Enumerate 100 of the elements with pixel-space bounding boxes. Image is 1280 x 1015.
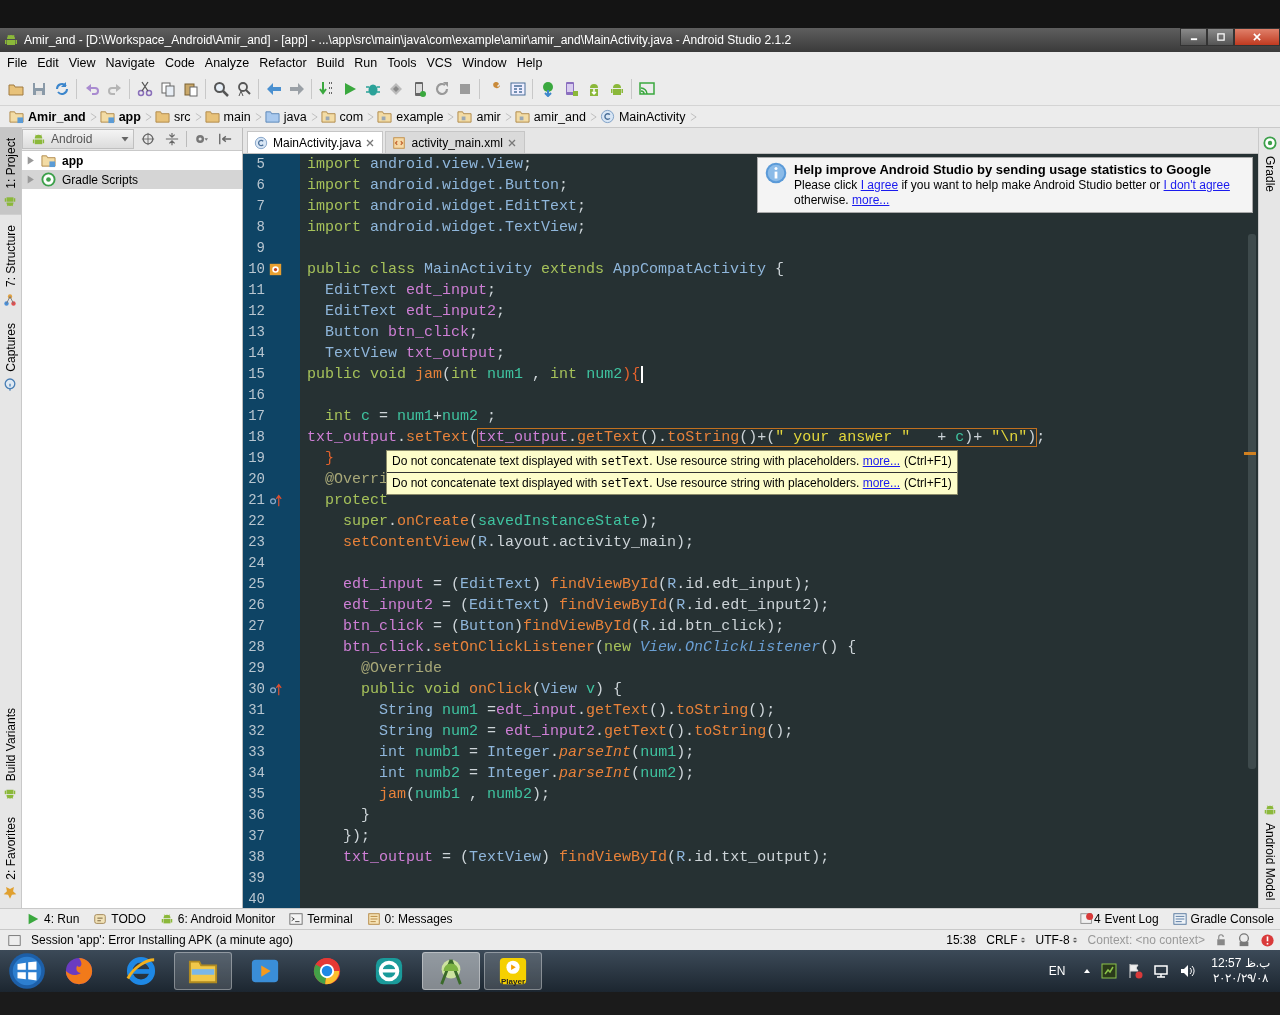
scrollbar[interactable] xyxy=(1248,234,1256,769)
menu-item[interactable]: VCS xyxy=(421,55,458,70)
refresh-icon[interactable] xyxy=(433,81,450,97)
volume-icon[interactable] xyxy=(1179,963,1196,979)
forward-arrow-icon[interactable] xyxy=(288,81,305,97)
menu-item[interactable]: Run xyxy=(349,55,383,70)
tool-window-tab[interactable]: 1: Project xyxy=(0,128,21,215)
breadcrumb-item[interactable]: app xyxy=(96,109,145,124)
breadcrumb-item[interactable]: MainActivity xyxy=(596,109,690,124)
line-number: 9 xyxy=(255,239,265,258)
menu-item[interactable]: View xyxy=(63,55,101,70)
tree-item[interactable]: Gradle Scripts xyxy=(22,170,242,189)
maximize-button[interactable] xyxy=(1207,28,1234,46)
browser-icon xyxy=(312,956,342,986)
tool-window-tab[interactable]: TODO xyxy=(93,912,146,926)
close-icon xyxy=(1252,32,1262,42)
browser-icon xyxy=(126,956,156,986)
tool-window-tab[interactable]: 7: Structure xyxy=(0,214,21,313)
tool-window-tab[interactable]: 4: Run xyxy=(26,912,80,926)
breadcrumb-item[interactable]: amir xyxy=(454,109,505,124)
close-button[interactable] xyxy=(1234,28,1280,46)
tool-window-tab[interactable]: Captures xyxy=(0,312,21,398)
panel-toggle-icon[interactable] xyxy=(8,933,21,947)
link[interactable]: I don't agree xyxy=(1163,178,1230,192)
error-icon[interactable] xyxy=(1261,933,1274,947)
breadcrumb-item[interactable]: main xyxy=(201,109,255,124)
class-icon xyxy=(599,109,615,124)
editor-tab[interactable]: activity_main.xml xyxy=(385,131,525,153)
menu-item[interactable]: Analyze xyxy=(199,55,255,70)
inspector-icon[interactable] xyxy=(1237,933,1251,947)
tool-window-tab[interactable]: 0: Messages xyxy=(366,912,453,926)
link[interactable]: more... xyxy=(862,454,901,468)
line-number: 38 xyxy=(247,848,265,867)
menu-item[interactable]: Code xyxy=(159,55,200,70)
flag-icon[interactable] xyxy=(1127,963,1144,979)
collapse-icon[interactable] xyxy=(165,132,179,146)
network-icon[interactable] xyxy=(1153,963,1170,979)
tray-app-icon[interactable] xyxy=(1101,963,1118,979)
line-number: 39 xyxy=(247,869,265,888)
taskbar-button[interactable]: Player xyxy=(484,952,542,990)
tool-window-tab[interactable]: Android Model xyxy=(1259,794,1280,908)
robot-icon[interactable] xyxy=(608,81,625,97)
link[interactable]: more... xyxy=(862,476,901,490)
clock[interactable]: ب.ظ 12:57 ۲۰۲۰/۲۹/۰۸ xyxy=(1211,956,1270,986)
locate-icon[interactable] xyxy=(141,132,155,146)
structure-window-icon[interactable] xyxy=(509,81,526,97)
tool-window-tab[interactable]: Gradle Console xyxy=(1172,912,1274,926)
paste-icon[interactable] xyxy=(182,81,199,97)
back-arrow-icon[interactable] xyxy=(265,81,282,97)
copy-icon[interactable] xyxy=(159,81,176,97)
menu-item[interactable]: Navigate xyxy=(100,55,160,70)
close-icon[interactable] xyxy=(507,138,516,147)
hide-icon[interactable] xyxy=(218,132,232,146)
menu-item[interactable]: Window xyxy=(457,55,512,70)
breadcrumb-item[interactable]: example xyxy=(374,109,448,124)
menu-item[interactable]: File xyxy=(2,55,33,70)
editor-tab[interactable]: MainActivity.java xyxy=(247,131,384,153)
link[interactable]: more... xyxy=(852,193,890,207)
breadcrumb-item[interactable]: src xyxy=(151,109,195,124)
breadcrumb-item[interactable]: Amir_and xyxy=(6,109,90,124)
tool-window-tab[interactable]: Terminal xyxy=(289,912,353,926)
view-dropdown[interactable]: Android xyxy=(22,129,134,149)
encoding-selector[interactable]: UTF-8 xyxy=(1035,933,1078,947)
menu-item[interactable]: Build xyxy=(311,55,350,70)
screen-cast-icon[interactable] xyxy=(638,81,655,97)
menu-item[interactable]: Tools xyxy=(382,55,422,70)
status-message: Session 'app': Error Installing APK (a minute ago) xyxy=(31,933,294,947)
menu-item[interactable]: Help xyxy=(511,55,548,70)
search-icon[interactable] xyxy=(212,81,229,97)
tool-window-tab[interactable]: 6: Android Monitor xyxy=(159,912,276,926)
link[interactable]: I agree xyxy=(860,178,899,192)
line-separator-selector[interactable]: CRLF xyxy=(986,933,1026,947)
settings-icon[interactable] xyxy=(194,132,208,146)
save-icon[interactable] xyxy=(30,81,47,97)
line-number: 30 xyxy=(247,680,265,699)
breadcrumb-item[interactable]: amir_and xyxy=(511,109,590,124)
breadcrumb-item[interactable]: java xyxy=(261,109,311,124)
tool-window-tab[interactable]: 4 Event Log xyxy=(1079,912,1159,926)
tool-window-tab[interactable]: Build Variants xyxy=(0,700,21,810)
line-number: 26 xyxy=(247,596,265,615)
cursor-position[interactable]: 15:38 xyxy=(946,933,977,947)
lock-icon[interactable] xyxy=(1215,934,1227,946)
menu-item[interactable]: Edit xyxy=(32,55,64,70)
folder-icon[interactable] xyxy=(7,81,24,97)
cut-icon[interactable] xyxy=(136,81,153,97)
start-button-icon[interactable] xyxy=(8,952,46,990)
line-number: 36 xyxy=(247,806,265,825)
tree-item[interactable]: app xyxy=(22,151,242,170)
binary-arrow-icon[interactable] xyxy=(318,81,335,97)
sync-icon[interactable] xyxy=(53,81,70,97)
tool-window-tab[interactable]: Gradle xyxy=(1259,128,1280,201)
menu-item[interactable]: Refactor xyxy=(254,55,312,70)
show-hidden-icon[interactable] xyxy=(1083,967,1092,975)
replace-icon[interactable] xyxy=(235,81,252,97)
language-indicator[interactable]: EN xyxy=(1048,964,1066,978)
gradle-icon xyxy=(41,172,56,187)
minimize-button[interactable] xyxy=(1180,28,1207,46)
breadcrumb-item[interactable]: com xyxy=(317,109,368,124)
close-icon[interactable] xyxy=(366,138,375,147)
tool-window-tab[interactable]: 2: Favorites xyxy=(0,809,21,908)
